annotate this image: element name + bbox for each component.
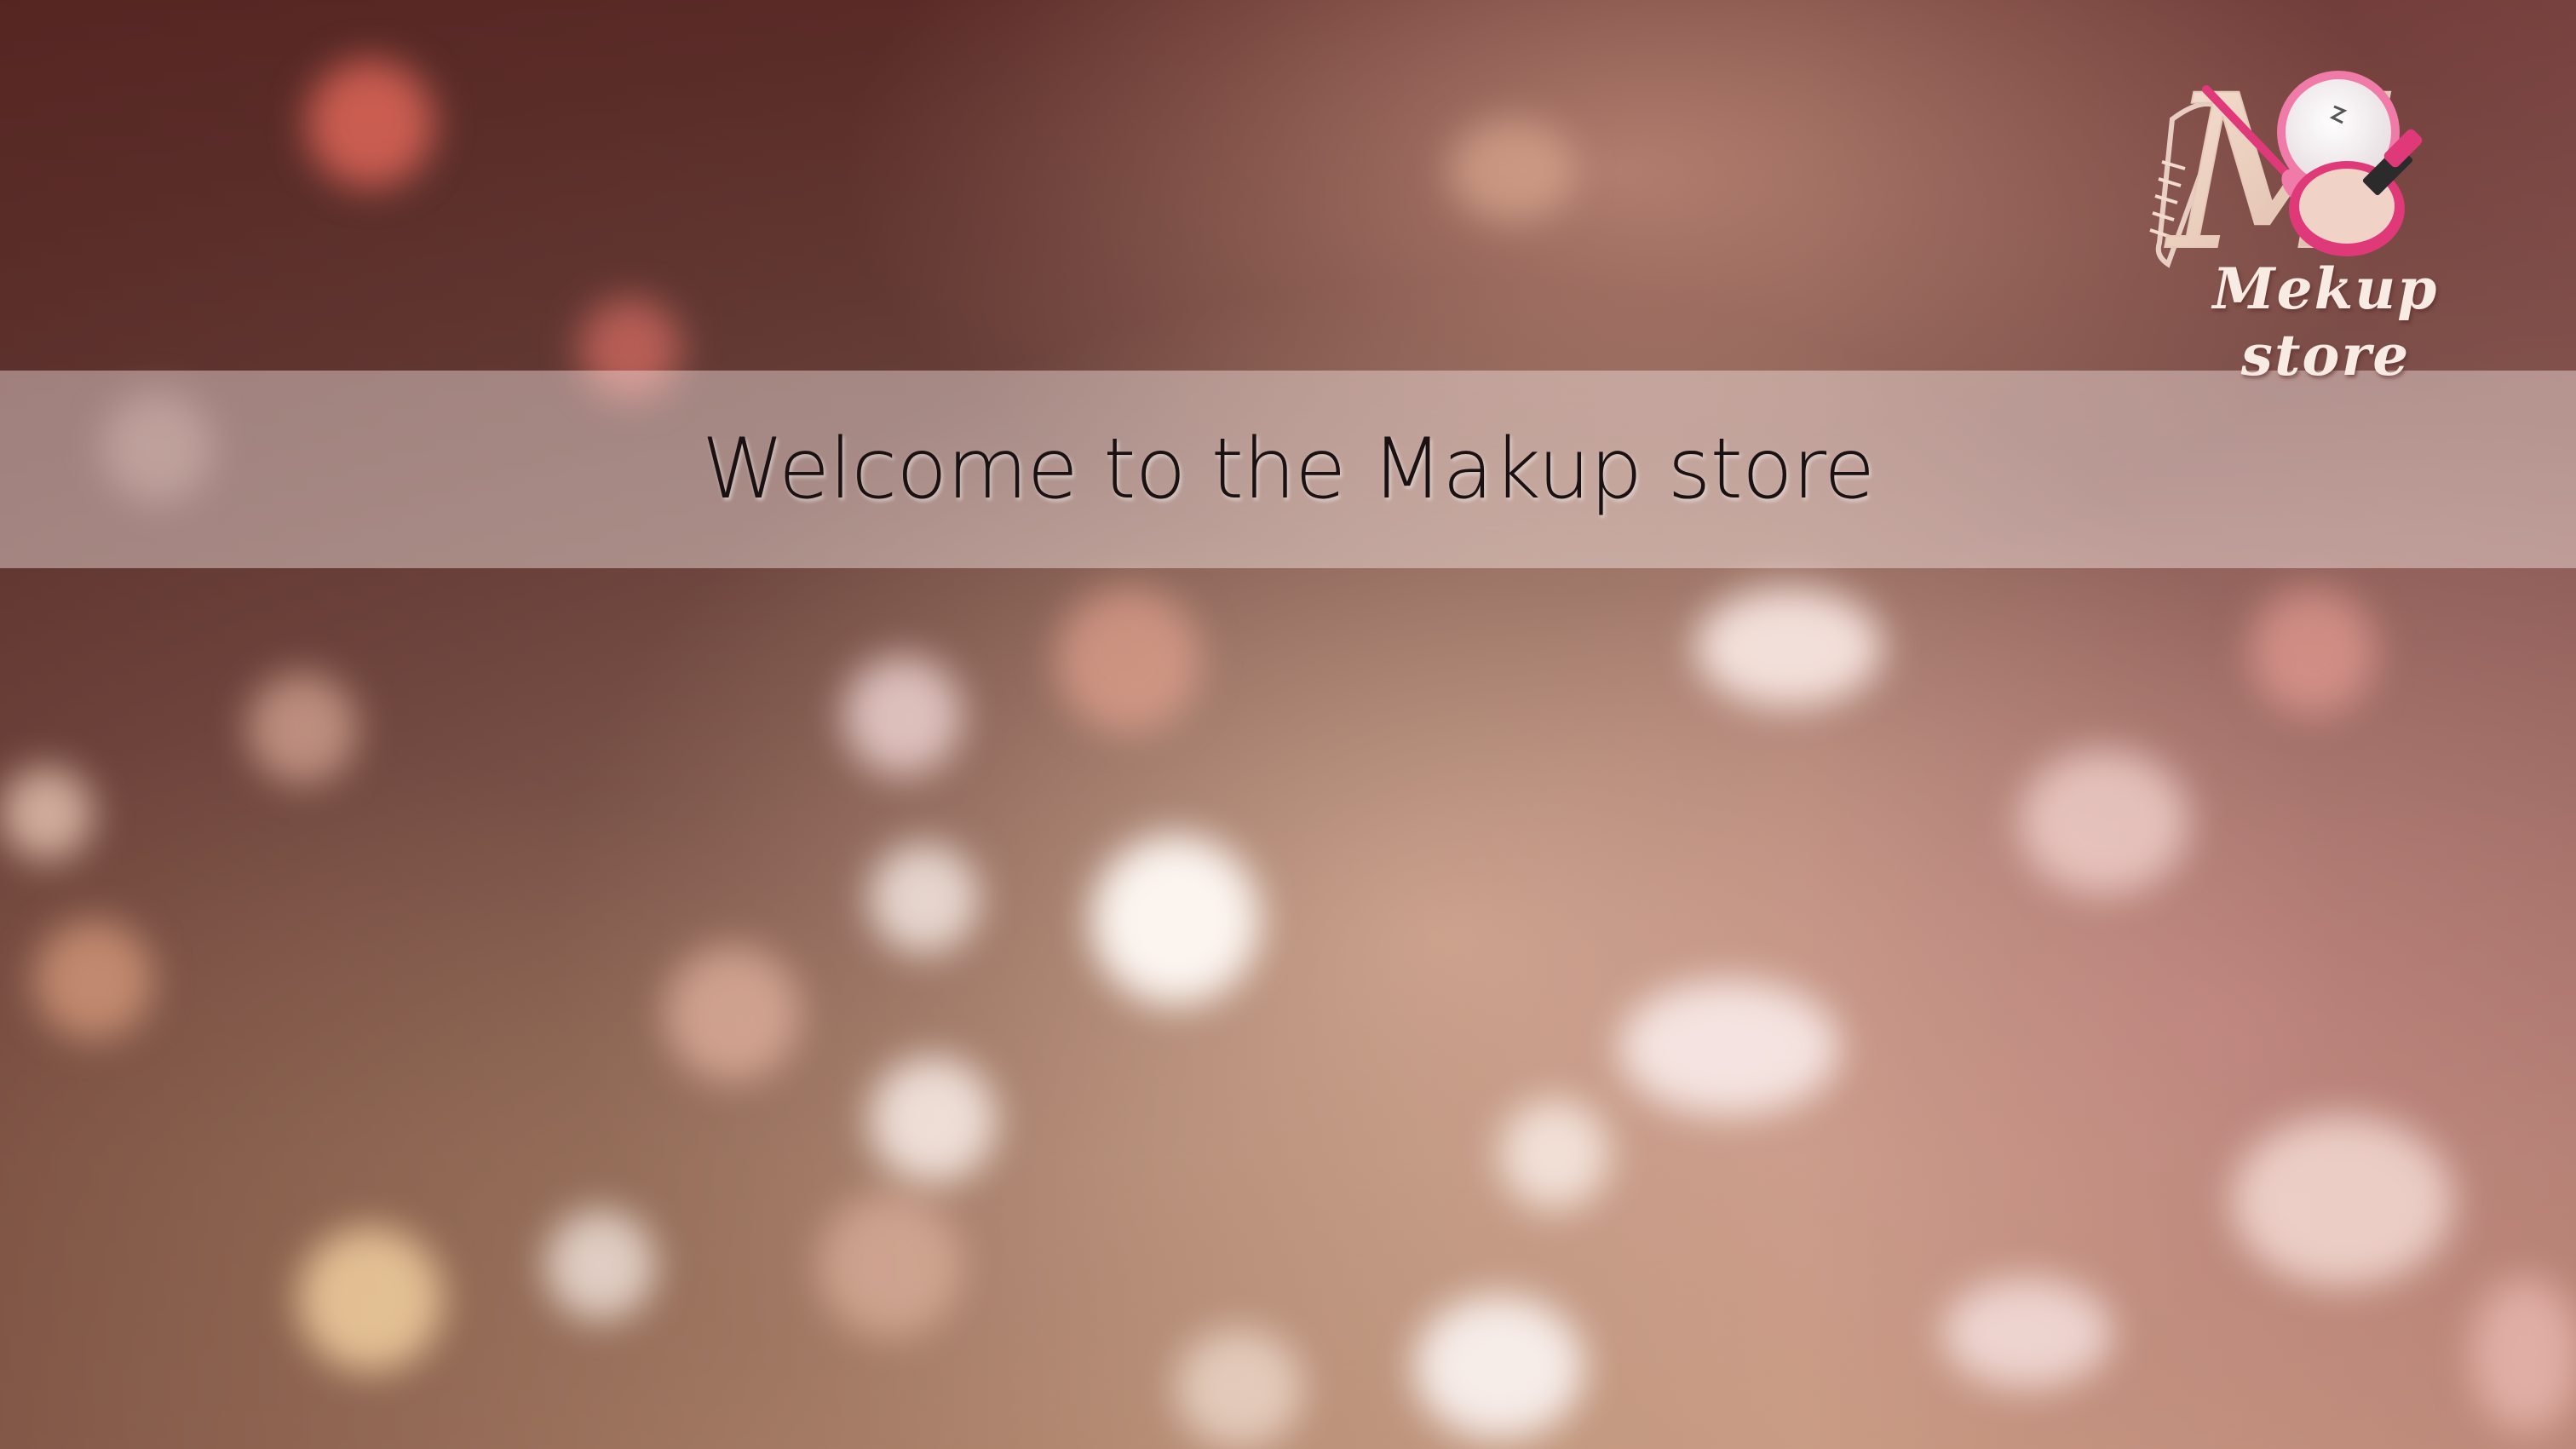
bokeh-light: [818, 1193, 963, 1337]
bokeh-light: [1942, 1278, 2113, 1389]
bokeh-light: [1448, 119, 1576, 221]
bokeh-light: [545, 1210, 656, 1320]
bokeh-light: [1414, 1295, 1584, 1440]
store-logo: M Mekup store: [2121, 49, 2530, 388]
bokeh-light: [0, 767, 94, 860]
bokeh-light: [2470, 1278, 2576, 1431]
bokeh-light: [1056, 588, 1201, 733]
welcome-heading: Welcome to the Makup store: [701, 421, 1876, 518]
bokeh-light: [34, 920, 153, 1039]
bokeh-light: [2232, 1116, 2453, 1286]
bokeh-light: [298, 1227, 443, 1371]
bokeh-light: [2249, 588, 2377, 716]
bokeh-light: [869, 1056, 997, 1184]
bokeh-light: [1090, 835, 1261, 1005]
bokeh-light: [664, 946, 801, 1082]
bokeh-light: [2019, 750, 2189, 894]
bokeh-light: [1176, 1329, 1303, 1448]
bokeh-light: [1499, 1099, 1610, 1210]
bokeh-light: [843, 656, 963, 775]
bokeh-light: [247, 673, 358, 784]
bokeh-light: [1695, 588, 1883, 707]
bokeh-light: [307, 60, 434, 187]
bokeh-light: [1619, 980, 1840, 1116]
bokeh-light: [869, 843, 980, 954]
logo-brand-text: Mekup store: [2212, 256, 2439, 388]
